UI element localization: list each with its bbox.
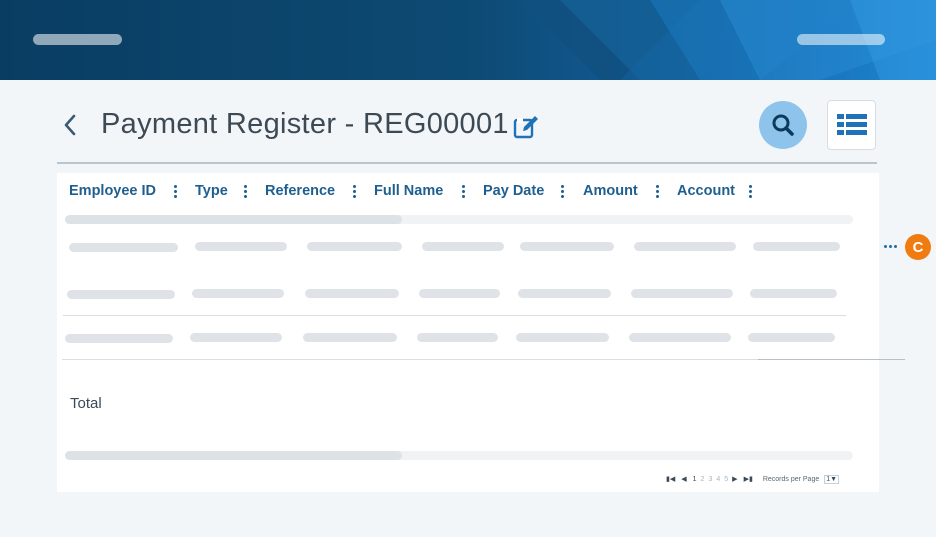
first-page-icon[interactable]: ▮◀ — [666, 475, 675, 483]
column-header-pay-date[interactable]: Pay Date — [483, 183, 544, 199]
pagination: ▮◀ ◀ 1 2 3 4 5 ▶ ▶▮ Records per Page 1▼ — [666, 473, 840, 485]
placeholder-cell — [750, 289, 837, 298]
placeholder-cell — [195, 242, 287, 251]
column-menu-account-icon[interactable] — [749, 185, 753, 199]
edit-title-button[interactable] — [513, 114, 541, 140]
edit-icon — [513, 116, 538, 139]
placeholder-cell — [190, 333, 282, 342]
row-divider — [62, 359, 844, 360]
column-menu-pay-date-icon[interactable] — [561, 185, 565, 199]
placeholder-cell — [629, 333, 731, 342]
search-button[interactable] — [759, 101, 807, 149]
column-header-account[interactable]: Account — [677, 183, 735, 199]
scrollbar-thumb[interactable] — [65, 215, 402, 224]
banner-decoration — [520, 0, 936, 80]
column-header-reference[interactable]: Reference — [265, 183, 335, 199]
placeholder-cell — [192, 289, 284, 298]
placeholder-cell — [748, 333, 835, 342]
placeholder-cell — [305, 289, 399, 298]
chevron-down-icon: ▼ — [830, 475, 838, 483]
page-link[interactable]: 5 — [724, 476, 728, 483]
next-page-icon[interactable]: ▶ — [732, 475, 737, 483]
records-per-page-label: Records per Page — [762, 475, 820, 483]
last-page-icon[interactable]: ▶▮ — [744, 475, 753, 483]
row-divider — [63, 315, 846, 316]
placeholder-cell — [753, 242, 840, 251]
placeholder-cell — [419, 289, 500, 298]
banner-placeholder-left — [33, 34, 122, 45]
placeholder-cell — [634, 242, 736, 251]
column-header-employee-id[interactable]: Employee ID — [69, 183, 156, 199]
table-header: Employee ID Type Reference Full Name Pay… — [57, 173, 879, 211]
page-link[interactable]: 1 — [693, 476, 697, 483]
list-view-icon — [836, 114, 867, 135]
prev-page-icon[interactable]: ◀ — [681, 475, 686, 483]
back-button[interactable] — [58, 110, 82, 140]
placeholder-cell — [631, 289, 733, 298]
header-divider — [57, 162, 877, 164]
column-menu-reference-icon[interactable] — [353, 185, 357, 199]
collaborator-badge[interactable]: C — [905, 234, 931, 260]
side-divider — [758, 359, 905, 360]
register-table: Employee ID Type Reference Full Name Pay… — [57, 173, 879, 492]
placeholder-cell — [65, 334, 173, 343]
column-menu-employee-id-icon[interactable] — [174, 185, 178, 199]
scrollbar-thumb[interactable] — [65, 451, 402, 460]
placeholder-cell — [69, 243, 178, 252]
search-icon — [772, 114, 794, 136]
placeholder-cell — [417, 333, 498, 342]
page-title: Payment Register - REG00001 — [101, 108, 509, 140]
placeholder-cell — [518, 289, 611, 298]
placeholder-cell — [520, 242, 614, 251]
column-menu-type-icon[interactable] — [244, 185, 248, 199]
column-header-type[interactable]: Type — [195, 183, 228, 199]
placeholder-cell — [303, 333, 397, 342]
row-more-options-icon[interactable] — [884, 245, 899, 248]
column-menu-full-name-icon[interactable] — [462, 185, 466, 199]
horizontal-scrollbar-top[interactable] — [65, 215, 853, 224]
page-link[interactable]: 2 — [701, 476, 705, 483]
column-menu-amount-icon[interactable] — [656, 185, 660, 199]
records-per-page-select[interactable]: 1▼ — [824, 474, 840, 484]
placeholder-cell — [67, 290, 175, 299]
placeholder-cell — [422, 242, 504, 251]
horizontal-scrollbar-bottom[interactable] — [65, 451, 853, 460]
back-chevron-icon — [64, 114, 76, 136]
page-link[interactable]: 3 — [708, 476, 712, 483]
placeholder-cell — [307, 242, 402, 251]
banner-placeholder-right — [797, 34, 885, 45]
list-view-button[interactable] — [827, 100, 876, 150]
top-banner — [0, 0, 936, 80]
column-header-full-name[interactable]: Full Name — [374, 183, 443, 199]
placeholder-cell — [516, 333, 609, 342]
page-link[interactable]: 4 — [716, 476, 720, 483]
total-label: Total — [70, 395, 102, 412]
column-header-amount[interactable]: Amount — [583, 183, 638, 199]
